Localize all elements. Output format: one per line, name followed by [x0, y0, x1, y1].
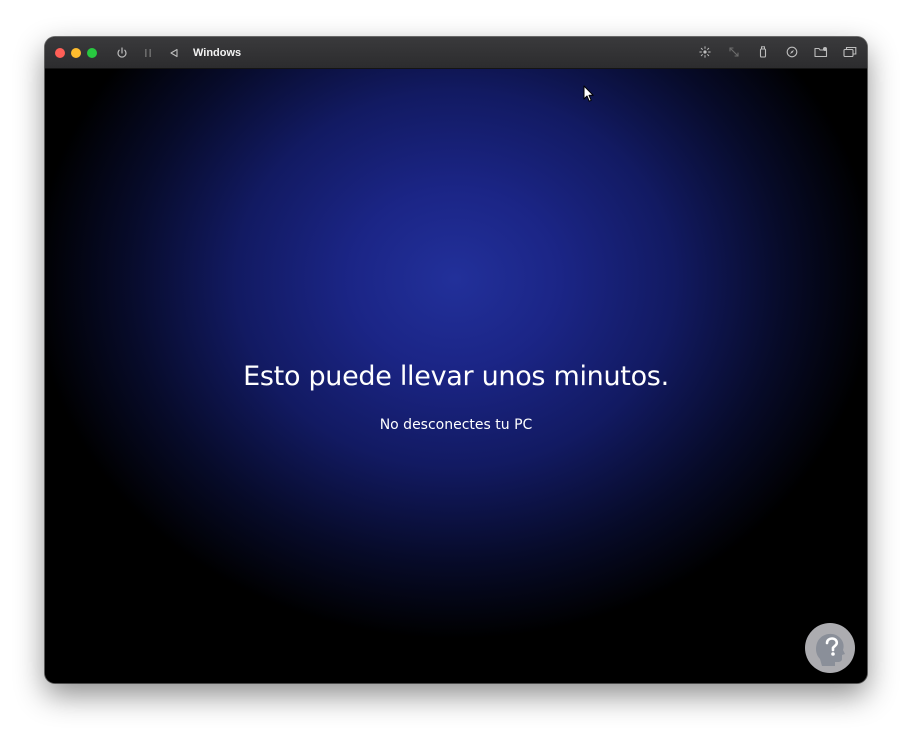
back-triangle-icon[interactable]: [165, 44, 183, 62]
toolbar-right: [685, 43, 859, 61]
pause-icon[interactable]: [139, 44, 157, 62]
mouse-cursor-icon: [583, 85, 595, 108]
windows-overlay-icon[interactable]: [841, 43, 859, 61]
setup-subtext: No desconectes tu PC: [379, 417, 533, 433]
window-title: Windows: [193, 46, 242, 59]
vm-window: Windows Esto puede llevar unos minutos. …: [45, 37, 867, 683]
vm-screen[interactable]: Esto puede llevar unos minutos. No desco…: [45, 69, 867, 683]
compass-icon[interactable]: [783, 43, 801, 61]
traffic-lights: [55, 47, 103, 58]
title-bar: Windows: [45, 37, 867, 69]
minimize-button[interactable]: [71, 47, 81, 58]
brightness-icon[interactable]: [696, 43, 714, 61]
zoom-button[interactable]: [87, 47, 97, 58]
power-icon[interactable]: [113, 44, 131, 62]
shared-folder-icon[interactable]: [812, 43, 830, 61]
head-question-icon: [805, 623, 855, 673]
resize-arrows-icon[interactable]: [725, 43, 743, 61]
close-button[interactable]: [55, 47, 65, 58]
setup-headline: Esto puede llevar unos minutos.: [243, 361, 669, 392]
usb-device-icon[interactable]: [754, 43, 772, 61]
